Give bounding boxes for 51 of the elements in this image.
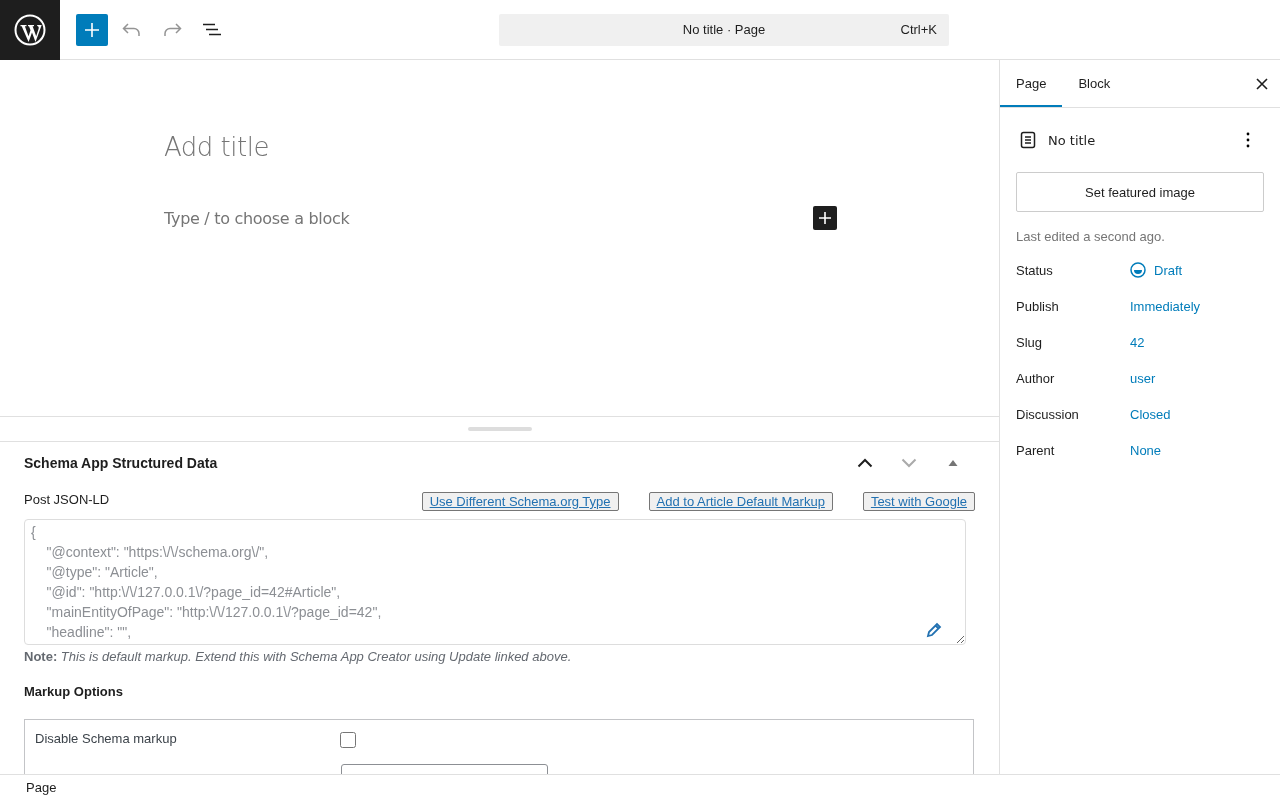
set-featured-image-button[interactable]: Set featured image (1016, 172, 1264, 212)
title-placeholder[interactable]: Add title (164, 132, 837, 162)
redo-icon (162, 22, 182, 37)
field-label: Parent (1016, 442, 1056, 458)
field-label: Publish (1016, 298, 1060, 314)
triangle-up-icon (948, 460, 958, 466)
field-label: Post JSON-LD (24, 492, 111, 507)
block-placeholder[interactable]: Type / to choose a block (164, 208, 350, 228)
panel-title: Schema App Structured Data (24, 455, 219, 471)
field-value-link[interactable]: Closed (1130, 406, 1171, 422)
breadcrumb[interactable]: Page (26, 780, 57, 795)
field-label: Discussion (1016, 406, 1080, 422)
sidebar-tab[interactable]: Block (1062, 60, 1127, 107)
option-label: Disable Schema markup (35, 730, 178, 746)
note-text: Note: This is default markup. Extend this with Schema App Creator using Update linked above. (24, 649, 573, 664)
status-link[interactable]: Draft (1130, 262, 1183, 278)
action-button[interactable]: Test with Google (862, 492, 975, 511)
chevron-down-icon (901, 458, 917, 468)
close-button[interactable] (1256, 77, 1268, 90)
json-ld-textarea[interactable]: { "@context": "https:\/\/schema.org\/", "@type": "Article", "@id": "http:\/\/127.0.0.1\/?page_id=42#Article", "mainEntityOfPage": "http:\/\/127.0.0.1\/?page_id=42", "headline": "", (24, 519, 966, 645)
resize-handle[interactable] (467, 427, 532, 431)
half-circle-icon (1130, 262, 1146, 278)
field-value-link[interactable]: Immediately (1130, 298, 1201, 314)
field-label: Status (1016, 262, 1054, 278)
more-vertical-icon (1246, 132, 1250, 148)
last-edited-text: Last edited a second ago. (1016, 229, 1166, 244)
page-icon (1020, 131, 1036, 149)
option-checkbox[interactable] (340, 732, 356, 748)
page-title: No title (1048, 132, 1097, 148)
wordpress-icon (14, 13, 46, 46)
add-block-button[interactable] (813, 206, 837, 230)
action-button[interactable]: Add to Article Default Markup (648, 492, 833, 511)
plus-icon (818, 211, 832, 225)
field-value-link[interactable]: 42 (1130, 334, 1145, 350)
field-label: Slug (1016, 334, 1044, 350)
field-value-link[interactable]: None (1130, 442, 1162, 458)
close-icon (1256, 77, 1268, 90)
plus-icon (84, 21, 100, 38)
pencil-icon[interactable] (926, 622, 942, 638)
field-value-link[interactable]: user (1130, 370, 1156, 386)
chevron-up-icon (857, 458, 873, 468)
sidebar-tab[interactable]: Page (1000, 60, 1063, 107)
document-title: No title · Page (682, 22, 766, 37)
shortcut-hint: Ctrl+K (900, 22, 937, 37)
field-label: Author (1016, 370, 1056, 386)
section-heading: Markup Options (24, 684, 124, 699)
list-icon (202, 22, 222, 37)
undo-icon (122, 22, 142, 37)
command-bar[interactable]: No title · Page Ctrl+K (499, 13, 949, 46)
wordpress-logo[interactable] (0, 0, 60, 60)
action-button[interactable]: Use Different Schema.org Type (421, 492, 619, 511)
